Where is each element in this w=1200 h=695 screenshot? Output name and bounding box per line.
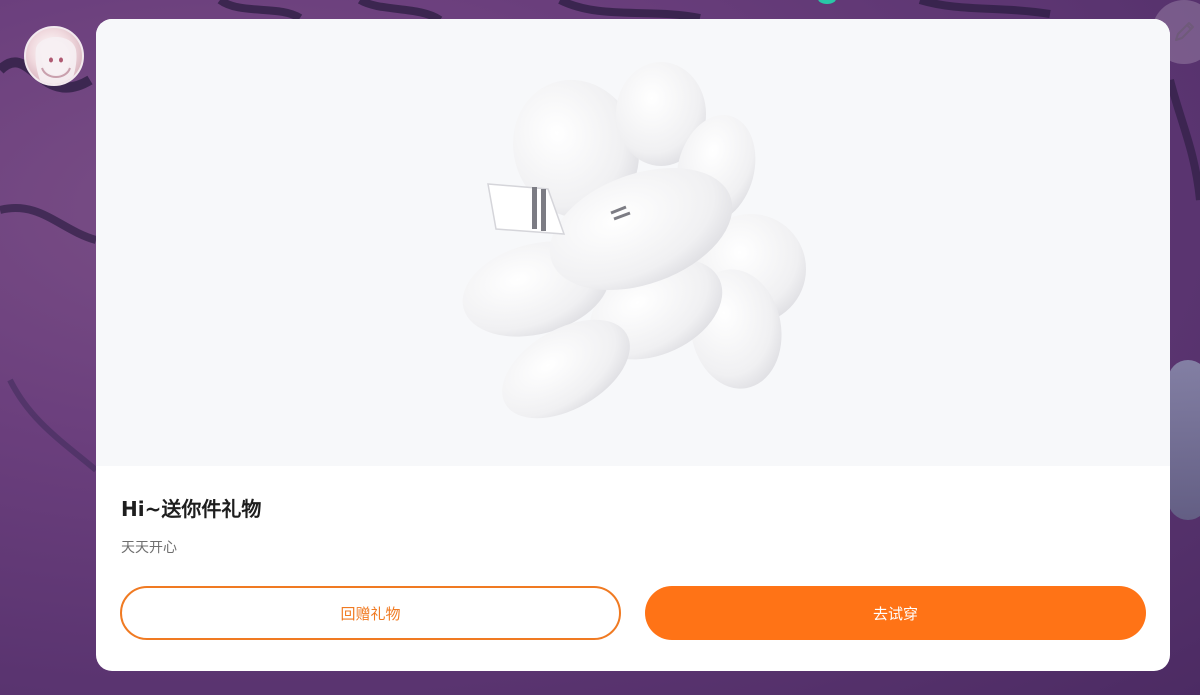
gift-title: Hi~送你件礼物 xyxy=(121,497,262,521)
return-gift-button[interactable]: 回赠礼物 xyxy=(120,586,621,640)
top-indicator-dot xyxy=(818,0,836,4)
gift-preview xyxy=(96,19,1170,466)
try-on-button[interactable]: 去试穿 xyxy=(645,586,1146,640)
gift-card: Hi~送你件礼物 天天开心 回赠礼物 去试穿 xyxy=(96,19,1170,671)
pencil-icon xyxy=(1175,22,1194,41)
nine-tailed-fox-tail-icon xyxy=(462,62,806,419)
gift-message: 天天开心 xyxy=(121,540,177,556)
avatar[interactable] xyxy=(24,26,84,86)
background-figure xyxy=(1168,360,1200,520)
user-avatar-icon xyxy=(35,37,77,84)
